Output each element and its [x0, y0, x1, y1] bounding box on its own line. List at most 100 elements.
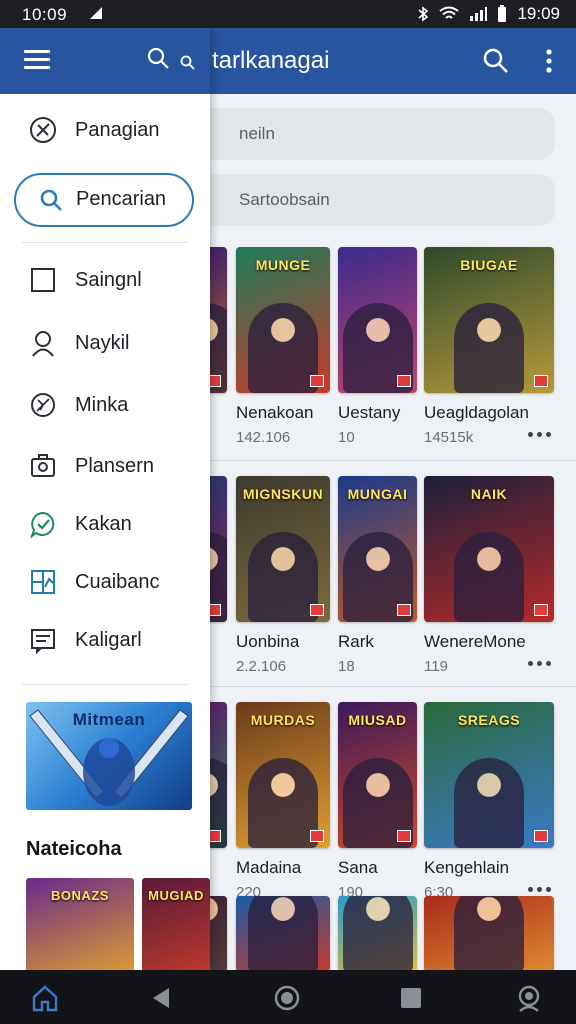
cover-title: BIUGAE [460, 257, 518, 273]
more-vert-icon[interactable] [540, 47, 558, 75]
camera-icon [28, 451, 58, 481]
game-card[interactable] [338, 896, 417, 972]
game-card[interactable]: MIUSAD Sana 190 [338, 702, 417, 901]
game-cover[interactable]: MUNGE [236, 247, 330, 393]
drawer-item-naykil[interactable]: Naykil [0, 317, 210, 369]
game-title: Uonbina [236, 632, 300, 651]
back-icon[interactable] [146, 983, 176, 1013]
globe-icon [28, 390, 58, 420]
note-icon [28, 625, 58, 655]
drawer-divider [22, 684, 188, 685]
cover-title: MUNGE [255, 257, 311, 273]
row-divider [210, 686, 576, 687]
search-icon[interactable] [146, 46, 170, 70]
person-icon [28, 328, 58, 358]
search-input-1[interactable]: neiln [195, 108, 555, 160]
search-input-2[interactable]: Sartoobsain [195, 174, 555, 226]
crossed-swords-art [29, 709, 189, 806]
cover-title: MIUSAD [348, 712, 407, 728]
cover-rating-badge [397, 375, 411, 387]
home-icon[interactable] [30, 983, 60, 1013]
cover-character-art [454, 532, 524, 622]
mini-cover-title: MUGIAD [148, 888, 204, 903]
more-options-icon[interactable] [528, 658, 552, 668]
game-count: 18 [338, 658, 355, 675]
game-card[interactable]: NAIK WenereMone 119 [424, 476, 554, 675]
drawer-item-label: Kakan [75, 512, 132, 535]
game-card[interactable]: SREAGS Kengehlain 6:30 [424, 702, 554, 901]
drawer-item-pencarian[interactable]: Pencarian [14, 173, 194, 227]
mini-cover-title: BONAZS [51, 888, 109, 903]
game-title: Sana [338, 858, 378, 877]
game-title: Kengehlain [424, 858, 510, 877]
cover-rating-badge [534, 604, 548, 616]
game-title: WenereMone [424, 632, 526, 651]
game-cover[interactable] [338, 896, 417, 972]
game-title: Madaina [236, 858, 302, 877]
drawer-item-panagian[interactable]: Panagian [0, 104, 210, 156]
search-small-icon[interactable] [179, 54, 195, 70]
mini-game-cover[interactable]: BONAZS [26, 878, 134, 970]
game-cover[interactable]: SREAGS [424, 702, 554, 848]
game-card[interactable]: MUNGAI Rark 18 [338, 476, 417, 675]
game-title: Uestany [338, 403, 401, 422]
cover-character-art [248, 896, 318, 972]
game-title: Ueagldagolan [424, 403, 529, 422]
cover-rating-badge [310, 604, 324, 616]
assistant-icon[interactable] [514, 983, 544, 1013]
game-cover[interactable]: MIUSAD [338, 702, 417, 848]
game-card[interactable]: MIGNSKUN Uonbina 2.2.106 [236, 476, 330, 675]
drawer-item-kakan[interactable]: Kakan [0, 498, 210, 550]
row-divider [210, 460, 576, 461]
mini-game-cover[interactable]: MUGIAD [142, 878, 210, 970]
cover-rating-badge [310, 830, 324, 842]
game-cover[interactable] [424, 896, 554, 972]
status-time-right: 19:09 [517, 4, 560, 23]
game-card[interactable] [236, 896, 330, 972]
recents-icon[interactable] [396, 983, 426, 1013]
drawer-item-saingnl[interactable]: Saingnl [0, 254, 210, 306]
drawer-item-cuaibanc[interactable]: Cuaibanc [0, 556, 210, 608]
game-cover[interactable] [236, 896, 330, 972]
cover-character-art [248, 532, 318, 622]
more-options-icon[interactable] [528, 884, 552, 894]
game-card[interactable] [424, 896, 554, 972]
cover-character-art [248, 758, 318, 848]
more-options-icon[interactable] [528, 429, 552, 439]
cover-rating-badge [534, 375, 548, 387]
drawer-item-kaligarl[interactable]: Kaligarl [0, 614, 210, 666]
game-card[interactable]: MUNGE Nenakoan 142.106 [236, 247, 330, 446]
cover-character-art [248, 303, 318, 393]
game-title: Nenakoan [236, 403, 314, 422]
drawer-item-label: Cuaibanc [75, 570, 160, 593]
game-cover[interactable]: BIUGAE [424, 247, 554, 393]
cell-signal-icon [470, 7, 488, 21]
promo-banner[interactable]: Mitmean [26, 702, 192, 810]
search-icon[interactable] [482, 47, 510, 75]
status-right: 19:09 [417, 4, 560, 24]
app-title: tarlkanagai [212, 47, 330, 74]
game-card[interactable]: Uestany 10 [338, 247, 417, 446]
bluetooth-icon [418, 6, 429, 22]
drawer-item-label: Kaligarl [75, 628, 142, 651]
cover-character-art [342, 896, 413, 972]
game-cover[interactable]: MUNGAI [338, 476, 417, 622]
game-cover[interactable]: MIGNSKUN [236, 476, 330, 622]
drawer-header [0, 28, 210, 94]
drawer-item-label: Panagian [75, 118, 160, 141]
drawer-item-plansern[interactable]: Plansern [0, 440, 210, 492]
game-card[interactable]: MURDAS Madaina 220 [236, 702, 330, 901]
game-cover[interactable] [338, 247, 417, 393]
home-circle-icon[interactable] [272, 983, 302, 1013]
search-icon [36, 185, 66, 215]
drawer-item-label: Saingnl [75, 268, 142, 291]
game-cover[interactable]: MURDAS [236, 702, 330, 848]
cover-rating-badge [397, 830, 411, 842]
drawer-item-label: Minka [75, 393, 129, 416]
game-card[interactable]: BIUGAE Ueagldagolan 14515k [424, 247, 554, 446]
hamburger-menu-icon[interactable] [24, 50, 50, 70]
game-count: 2.2.106 [236, 658, 287, 675]
drawer-item-minka[interactable]: Minka [0, 379, 210, 431]
square-icon [28, 265, 58, 295]
game-cover[interactable]: NAIK [424, 476, 554, 622]
